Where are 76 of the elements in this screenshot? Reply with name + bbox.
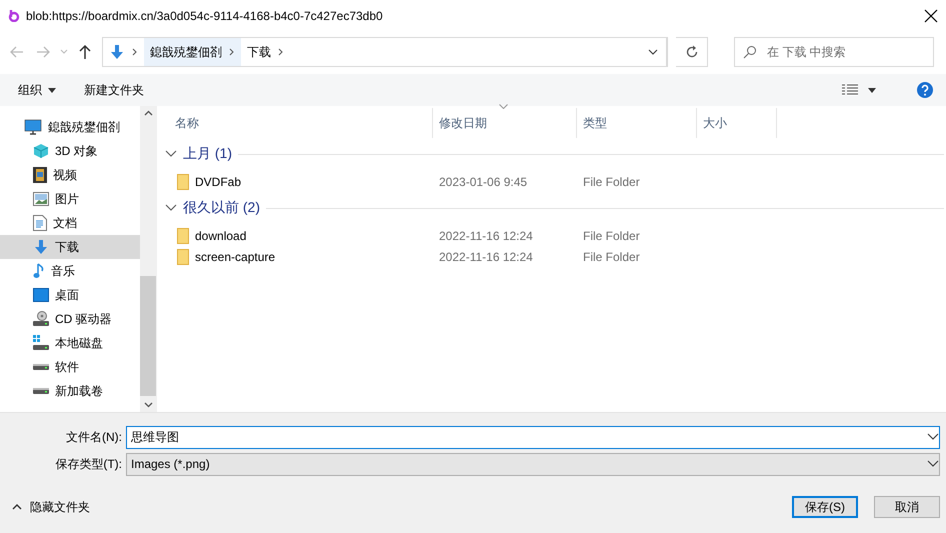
close-icon[interactable] <box>924 9 938 23</box>
group-header[interactable]: 很久以前 (2) <box>183 199 260 217</box>
drive-icon <box>33 364 49 370</box>
folder-icon <box>177 228 189 244</box>
cd-drive-icon <box>33 311 49 327</box>
file-name[interactable]: download <box>195 228 246 242</box>
caret-icon[interactable] <box>868 88 876 92</box>
breadcrumb-item[interactable]: 下载 <box>247 44 271 60</box>
scrollbar[interactable] <box>140 106 156 412</box>
sidebar-item[interactable]: 软件 <box>0 355 140 379</box>
dropdown-caret-icon[interactable] <box>648 49 658 55</box>
sidebar-item[interactable]: 视频 <box>0 163 140 187</box>
download-arrow-icon <box>33 239 49 255</box>
caret-icon <box>48 88 56 92</box>
collapse-caret-icon <box>12 504 22 510</box>
save-button[interactable]: 保存(S) <box>792 496 858 518</box>
film-icon <box>33 167 47 183</box>
date-cell-text: 2022-11-16 12:24 <box>438 250 534 264</box>
scroll-thumb[interactable] <box>140 276 156 396</box>
sidebar-item[interactable]: 图片 <box>0 187 140 211</box>
search-field[interactable]: 在 下载 中搜索 <box>734 37 934 67</box>
monitor-icon <box>33 288 49 302</box>
sidebar-item[interactable]: 文档 <box>0 211 140 235</box>
field-label: 文件名(N): <box>65 428 123 446</box>
app-logo-icon <box>8 10 20 22</box>
sidebar-item[interactable]: 3D 对象 <box>0 139 140 163</box>
refresh-icon[interactable] <box>684 45 698 59</box>
type-cell-text: File Folder <box>582 228 641 242</box>
window-title: blob:https://boardmix.cn/3a0d054c-9114-4168-b4c0-7c427ec73db0 <box>26 9 384 23</box>
folder-icon <box>177 248 189 264</box>
file-name[interactable]: screen-capture <box>195 250 276 264</box>
chevron-icon[interactable] <box>277 47 284 57</box>
collapse-chevron-icon[interactable] <box>165 204 177 212</box>
music-note-icon <box>33 263 45 279</box>
scroll-up-icon[interactable] <box>144 110 152 116</box>
sidebar-item[interactable]: 音乐 <box>0 259 140 283</box>
column-header[interactable]: 类型 <box>577 108 697 138</box>
computer-icon <box>24 119 42 135</box>
document-icon <box>33 215 47 231</box>
type-cell-text: File Folder <box>582 250 641 264</box>
cancel-button[interactable]: 取消 <box>874 496 940 518</box>
sidebar-item[interactable]: 桌面 <box>0 283 140 307</box>
download-arrow-icon <box>109 44 125 60</box>
new-folder-button[interactable]: 新建文件夹 <box>84 82 144 98</box>
dropdown-caret-icon[interactable] <box>927 433 939 441</box>
column-header[interactable]: 名称 <box>163 108 433 138</box>
sidebar-item[interactable]: 新加载卷 <box>0 379 140 403</box>
file-name[interactable]: DVDFab <box>195 174 242 188</box>
chevron-icon[interactable] <box>131 47 138 57</box>
file-type-dropdown[interactable]: Images (*.png) <box>126 452 940 476</box>
sidebar-item[interactable]: CD 驱动器 <box>0 307 140 331</box>
cube-icon <box>33 143 49 159</box>
drive-icon <box>33 388 49 394</box>
file-name-field[interactable]: 思维导图 <box>126 426 940 448</box>
column-header[interactable]: 修改日期 <box>433 108 577 138</box>
sidebar-item[interactable]: 下载 <box>0 235 140 259</box>
chevron-icon[interactable] <box>228 47 235 57</box>
date-cell-text: 2022-11-16 12:24 <box>438 228 534 242</box>
organize-menu-button[interactable]: 组织 <box>18 82 56 98</box>
collapse-chevron-icon[interactable] <box>165 150 177 158</box>
scroll-down-icon[interactable] <box>144 402 152 408</box>
column-header[interactable]: 大小 <box>697 108 777 138</box>
hide-folders-button[interactable]: 隐藏文件夹 <box>12 498 90 516</box>
view-options-icon[interactable] <box>842 84 858 96</box>
field-label: 保存类型(T): <box>54 456 123 472</box>
sidebar-item[interactable]: 鎴戠殑鐢佃剳 <box>0 115 140 139</box>
sort-caret-icon <box>499 104 508 109</box>
type-cell-text: File Folder <box>582 174 641 188</box>
sidebar-item[interactable]: 本地磁盘 <box>0 331 140 355</box>
image-icon <box>33 192 49 206</box>
search-icon <box>743 45 757 59</box>
date-cell-text: 2023-01-06 9:45 <box>438 174 528 188</box>
system-drive-icon <box>33 335 49 351</box>
dropdown-caret-icon[interactable] <box>927 460 939 468</box>
group-header[interactable]: 上月 (1) <box>183 145 232 163</box>
folder-icon <box>177 174 189 190</box>
